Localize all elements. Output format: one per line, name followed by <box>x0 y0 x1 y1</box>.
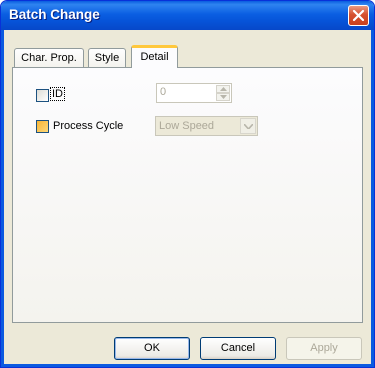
process-cycle-checkbox[interactable] <box>36 120 49 133</box>
ok-button-label: OK <box>144 342 160 354</box>
title-bar[interactable]: Batch Change <box>1 1 374 30</box>
process-cycle-select[interactable]: Low Speed <box>155 116 258 136</box>
chevron-up-icon <box>220 87 227 91</box>
tab-style-label: Style <box>94 52 120 64</box>
id-value: 0 <box>160 86 167 98</box>
apply-button[interactable]: Apply <box>286 337 362 360</box>
tab-char-prop[interactable]: Char. Prop. <box>14 48 84 67</box>
spin-up-button[interactable] <box>216 85 230 93</box>
id-checkbox[interactable] <box>36 89 49 102</box>
process-cycle-label: Process Cycle <box>53 120 124 132</box>
close-icon <box>352 9 365 22</box>
process-cycle-dropdown-button[interactable] <box>240 118 256 134</box>
chevron-down-icon <box>244 124 253 129</box>
chevron-down-icon <box>220 95 227 99</box>
spin-down-button[interactable] <box>216 93 230 101</box>
tab-detail-label: Detail <box>140 51 169 63</box>
id-value-spinner[interactable]: 0 <box>156 83 232 103</box>
cancel-button[interactable]: Cancel <box>200 337 276 360</box>
tab-style[interactable]: Style <box>88 48 126 67</box>
ok-button[interactable]: OK <box>114 337 190 360</box>
id-label: ID <box>50 87 65 101</box>
apply-button-label: Apply <box>310 342 338 354</box>
tab-char-prop-label: Char. Prop. <box>21 52 77 64</box>
dialog-title: Batch Change <box>9 7 100 22</box>
cancel-button-label: Cancel <box>220 342 256 354</box>
spinner-arrows <box>216 85 230 101</box>
detail-panel <box>12 67 363 323</box>
tab-detail[interactable]: Detail <box>131 45 178 68</box>
process-cycle-value: Low Speed <box>159 120 215 132</box>
close-button[interactable] <box>348 5 369 26</box>
